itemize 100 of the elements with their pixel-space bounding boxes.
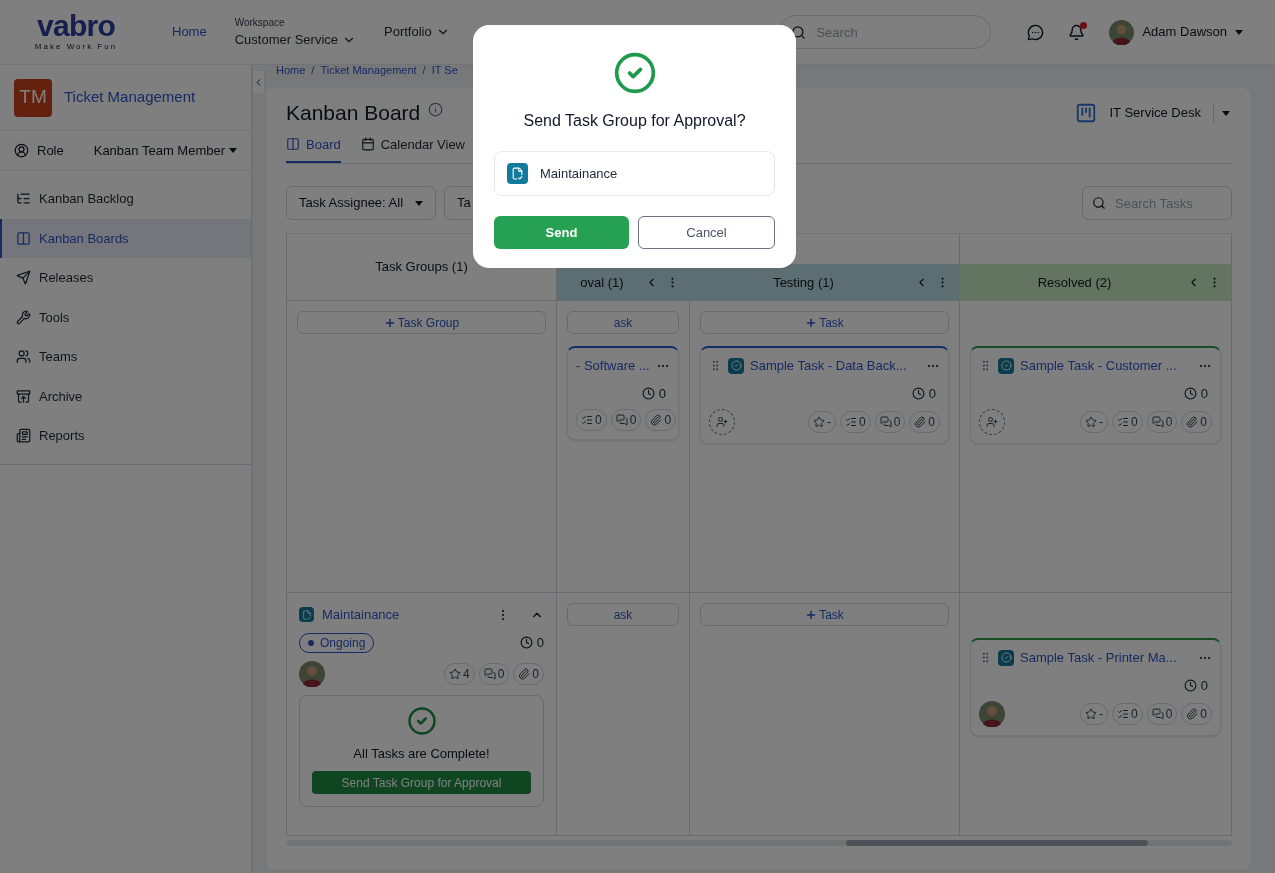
task-title[interactable]: Sample Task - Data Back...: [750, 356, 920, 376]
comments-icon: [615, 414, 628, 426]
sidebar-item[interactable]: Kanban Boards: [0, 218, 251, 258]
comments-icon: [1151, 708, 1164, 720]
wrench-icon: [16, 309, 31, 325]
avatar: [299, 660, 325, 687]
checklist-icon: [1116, 416, 1129, 428]
task-title[interactable]: Sample Task - Customer ...: [1020, 356, 1192, 376]
caret-icon: [1235, 29, 1243, 35]
clock-icon: [641, 386, 655, 400]
search-icon: [1092, 196, 1106, 210]
checklist-icon: [581, 414, 593, 426]
time-spent: 0: [658, 384, 666, 403]
add-button[interactable]: Task: [700, 311, 949, 334]
time-spent: 0: [536, 633, 544, 652]
clock-icon: [911, 386, 925, 400]
paperclip-icon: [914, 416, 927, 428]
task-card[interactable]: - Software ... 0 0 0 0: [567, 346, 679, 440]
sidebar-item[interactable]: Tools: [0, 297, 251, 337]
breadcrumb-link[interactable]: IT Se: [431, 61, 458, 79]
plus-icon: [805, 608, 818, 621]
star-icon: [1084, 416, 1097, 428]
column-title: Task Groups (1): [375, 258, 468, 277]
check-circle-icon: [406, 705, 437, 736]
board-selector[interactable]: IT Service Desk: [1075, 102, 1230, 124]
send-button[interactable]: Send: [494, 216, 629, 249]
filter-dropdown[interactable]: Task Assignee: All: [286, 186, 437, 220]
sidebar-item[interactable]: Releases: [0, 258, 251, 298]
project-name[interactable]: Ticket Management: [64, 86, 196, 109]
sidebar-item[interactable]: Kanban Backlog: [0, 179, 251, 219]
comments-icon: [483, 667, 496, 680]
task-group-name: Maintainance: [540, 164, 618, 183]
column-title: oval (1): [579, 273, 625, 292]
paperclip-icon: [518, 667, 531, 680]
breadcrumb-link[interactable]: Home: [276, 61, 306, 79]
task-icon: [998, 357, 1014, 374]
breadcrumb-separator: /: [422, 62, 426, 78]
sidebar-item[interactable]: Archive: [0, 376, 251, 416]
user-menu[interactable]: Adam Dawson: [1109, 19, 1243, 45]
check-circle-icon: [612, 51, 657, 95]
caret-icon: [229, 148, 237, 153]
plus-icon: [383, 316, 396, 329]
dialog-title: Send Task Group for Approval?: [523, 111, 746, 131]
task-title[interactable]: - Software ...: [576, 356, 650, 376]
collapse-sidebar-button[interactable]: [252, 70, 265, 95]
role-label: Role: [37, 141, 65, 160]
add-person-icon: [986, 416, 998, 428]
group-icon: [299, 607, 314, 623]
info-icon[interactable]: [428, 101, 444, 117]
notification-bell-icon[interactable]: [1068, 23, 1086, 41]
completion-message: All Tasks are Complete!: [353, 744, 490, 763]
star-icon: [448, 667, 461, 680]
sidebar-item[interactable]: Teams: [0, 337, 251, 377]
add-person-icon: [716, 416, 728, 428]
user-icon: [14, 143, 29, 158]
paperclip-icon: [1186, 416, 1199, 428]
breadcrumb-separator: /: [311, 62, 315, 78]
columns-icon: [286, 137, 300, 152]
avatar: [1109, 19, 1135, 45]
newspaper-icon: [16, 428, 31, 444]
paper-plane-icon: [16, 270, 31, 286]
checklist-icon: [844, 416, 857, 428]
add-button[interactable]: Task: [700, 603, 949, 626]
group-icon: [507, 163, 528, 184]
logo[interactable]: vabro Make Work Fun: [24, 11, 128, 53]
tab[interactable]: Calendar View: [360, 134, 465, 163]
paperclip-icon: [650, 414, 663, 426]
calendar-icon: [360, 137, 375, 152]
horizontal-scrollbar[interactable]: [286, 840, 1232, 846]
people-icon: [16, 349, 31, 365]
add-button[interactable]: Task Group: [297, 311, 546, 334]
task-card[interactable]: Sample Task - Data Back... 0 - 0 0 0: [700, 346, 949, 444]
nav-link[interactable]: Home: [172, 22, 207, 42]
task-card[interactable]: Sample Task - Customer ... 0 - 0 0 0: [970, 346, 1221, 444]
add-button[interactable]: ask: [567, 311, 679, 334]
add-button[interactable]: ask: [567, 603, 679, 626]
cancel-button[interactable]: Cancel: [638, 216, 775, 249]
chat-icon[interactable]: [1027, 23, 1045, 41]
star-icon: [1084, 708, 1097, 720]
role-dropdown[interactable]: Kanban Team Member: [93, 140, 237, 161]
group-title[interactable]: Maintainance: [322, 605, 488, 625]
paperclip-icon: [1186, 708, 1199, 720]
clock-icon: [1183, 678, 1197, 692]
approval-button[interactable]: Send Task Group for Approval: [312, 771, 531, 794]
task-title[interactable]: Sample Task - Printer Ma...: [1020, 648, 1192, 668]
project-badge: TM: [14, 78, 52, 117]
clock-icon: [519, 636, 533, 649]
clock-icon: [1183, 386, 1197, 400]
breadcrumb-link[interactable]: Ticket Management: [320, 61, 417, 79]
column-title: Resolved (2): [1036, 273, 1113, 292]
column-title: Testing (1): [772, 273, 835, 292]
nav-menu[interactable]: Portfolio: [384, 22, 450, 42]
tab[interactable]: Board: [286, 134, 341, 163]
task-card[interactable]: Sample Task - Printer Ma... 0 - 0 0 0: [970, 638, 1221, 736]
archive-icon: [16, 388, 31, 404]
time-spent: 0: [928, 384, 936, 403]
caret-icon: [1222, 110, 1230, 116]
workspace-menu[interactable]: Workspace Customer Service: [234, 14, 356, 50]
kanban-icon: [1075, 102, 1098, 124]
sidebar-item[interactable]: Reports: [0, 416, 251, 456]
